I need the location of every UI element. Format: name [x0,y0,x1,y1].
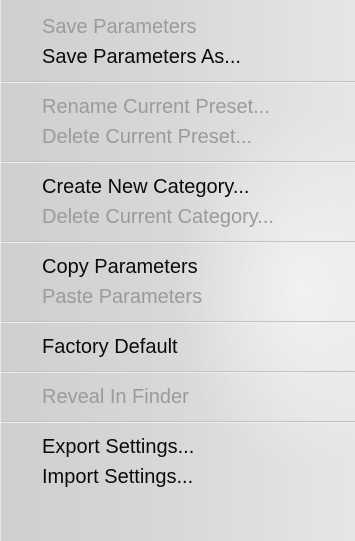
menu-item-delete-current-category: Delete Current Category... [42,206,274,228]
menu-separator [1,241,355,243]
menu-group-settings: Export Settings... Import Settings... [1,432,355,492]
menu-group-save: Save Parameters Save Parameters As... [1,12,355,72]
menu-item-export-settings[interactable]: Export Settings... [1,432,355,462]
menu-group-defaults: Factory Default [1,332,355,362]
menu-item-reveal-in-finder: Reveal In Finder [42,386,189,408]
menu-separator [1,161,355,163]
menu-separator [1,81,355,83]
menu-group-category: Create New Category... Delete Current Ca… [1,172,355,232]
menu-item-import-settings[interactable]: Import Settings... [1,462,355,492]
menu-item-paste-parameters: Paste Parameters [42,286,203,308]
menu-item-copy-parameters[interactable]: Copy Parameters [1,252,355,282]
menu-item-create-new-category[interactable]: Create New Category... [1,172,355,202]
menu-item-save-parameters: Save Parameters [42,16,197,38]
menu-group-finder: Reveal In Finder [1,382,355,412]
menu-separator [1,371,355,373]
menu-item-rename-current-preset: Rename Current Preset... [42,96,270,118]
menu-group-clipboard: Copy Parameters Paste Parameters [1,252,355,312]
menu-separator [1,421,355,423]
context-menu: Save Parameters Save Parameters As... Re… [0,0,355,541]
menu-item-delete-current-preset: Delete Current Preset... [42,126,253,148]
menu-item-save-parameters-as[interactable]: Save Parameters As... [1,42,355,72]
menu-separator [1,321,355,323]
menu-group-preset: Rename Current Preset... Delete Current … [1,92,355,152]
menu-item-factory-default[interactable]: Factory Default [1,332,355,362]
